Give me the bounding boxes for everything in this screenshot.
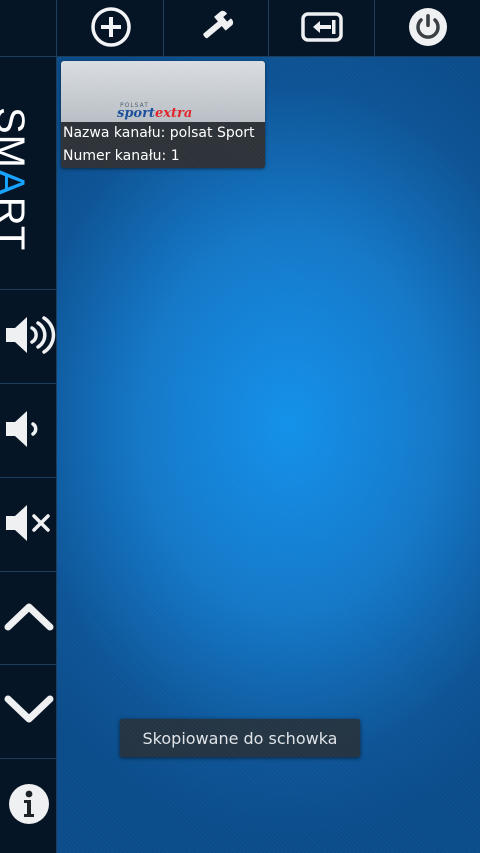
input-source-button[interactable] — [269, 0, 375, 57]
add-circle-icon — [90, 6, 132, 52]
volume-down-button[interactable] — [0, 384, 57, 478]
power-button[interactable] — [375, 0, 480, 57]
add-button[interactable] — [58, 0, 164, 57]
chevron-down-icon — [4, 693, 54, 731]
info-button[interactable] — [0, 759, 57, 853]
channel-up-button[interactable] — [0, 572, 57, 665]
mute-icon — [2, 501, 56, 549]
chevron-up-icon — [4, 599, 54, 637]
channel-brand-logo: sportextra — [117, 106, 193, 121]
top-toolbar — [0, 0, 480, 57]
volume-down-icon — [2, 407, 56, 455]
volume-up-button[interactable] — [0, 291, 57, 384]
channel-name-label: Nazwa kanału: polsat Sport — [63, 125, 255, 141]
smart-logo-text: SMART — [0, 107, 32, 252]
info-icon — [7, 782, 51, 830]
settings-button[interactable] — [164, 0, 269, 57]
mute-button[interactable] — [0, 478, 57, 572]
main-content: POLSAT sportextra Nazwa kanału: polsat S… — [57, 57, 480, 853]
channel-thumbnail: POLSAT sportextra — [61, 61, 265, 122]
smart-remote-app: SMART — [0, 0, 480, 853]
wrench-icon — [195, 6, 237, 52]
channel-number-label: Numer kanału: 1 — [63, 148, 180, 164]
smart-logo: SMART — [0, 57, 57, 290]
channel-card[interactable]: POLSAT sportextra Nazwa kanału: polsat S… — [61, 61, 265, 168]
power-icon — [406, 5, 450, 53]
toast-message: Skopiowane do schowka — [120, 719, 360, 757]
channel-down-button[interactable] — [0, 665, 57, 759]
toolbar-corner — [0, 0, 57, 57]
left-sidebar: SMART — [0, 57, 57, 853]
input-source-icon — [300, 9, 344, 49]
volume-up-icon — [2, 313, 56, 361]
